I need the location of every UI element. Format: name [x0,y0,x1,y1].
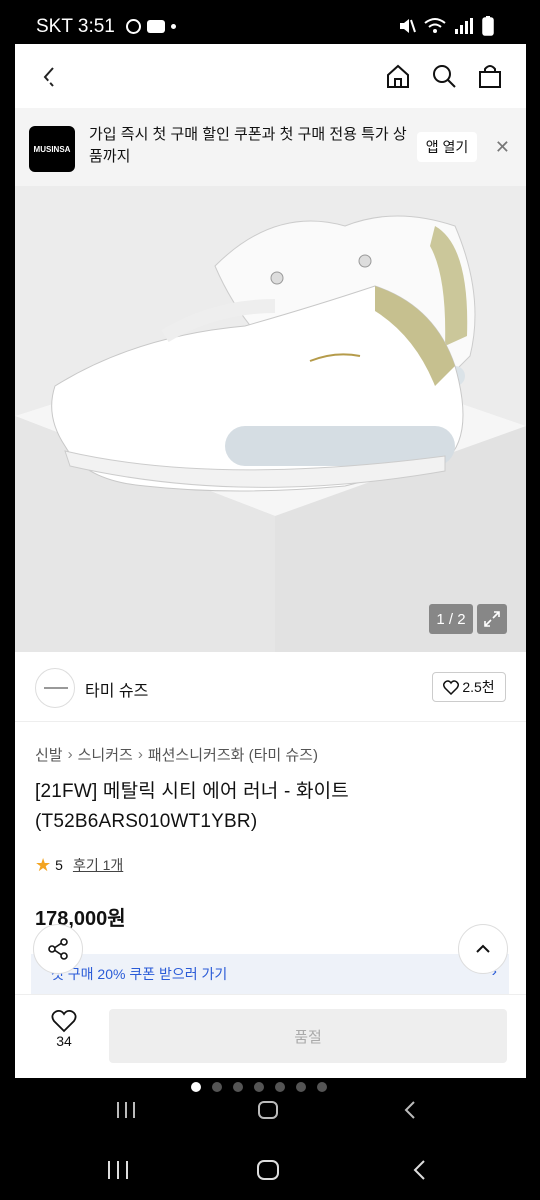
home-icon[interactable] [384,62,412,90]
coupon-banner[interactable]: 첫 구매 20% 쿠폰 받으러 가기 › [31,954,509,994]
status-time: SKT 3:51 [36,16,115,37]
system-status-icons [398,16,494,36]
coupon-text: 첫 구매 20% 쿠폰 받으러 가기 [51,966,228,982]
share-button[interactable] [33,924,83,974]
youtube-notification-icon [147,20,165,33]
more-notifications-icon [171,24,176,29]
shopping-bag-icon[interactable] [476,62,504,90]
breadcrumb-item[interactable]: 스니커즈 [78,744,133,765]
chevron-right-icon: › [67,746,73,763]
review-link[interactable]: 후기 1개 [73,855,123,875]
system-navigation-bar [0,1140,540,1200]
scroll-top-button[interactable] [458,924,508,974]
app-notification-icon [126,19,141,34]
chevron-right-icon: › [137,746,143,763]
brand-like-count: 2.5천 [462,679,495,695]
app-install-banner: MUSINSA 가입 즉시 첫 구매 할인 쿠폰과 첫 구매 전용 특가 상품까… [15,108,526,186]
status-bar: SKT 3:51 [0,0,540,44]
nav-actions [384,62,504,90]
banner-message: 가입 즉시 첫 구매 할인 쿠폰과 첫 구매 전용 특가 상품까지 [89,126,407,165]
sneaker-photo [15,186,526,652]
brand-like-button[interactable]: 2.5천 [432,672,506,702]
star-icon: ★ [35,855,52,875]
brand-logo[interactable] [35,668,75,708]
rating-row: ★ 5 후기 1개 [35,855,123,875]
brand-row: 타미 슈즈 2.5천 [15,662,526,722]
mute-icon [400,19,416,33]
breadcrumb-item[interactable]: 신발 [35,744,63,765]
page-indicator [191,1082,327,1092]
product-image[interactable]: 1 / 2 [15,186,526,652]
heart-icon [51,1010,77,1033]
search-icon[interactable] [430,62,458,90]
notification-icons [126,19,176,34]
signal-icon [455,18,473,34]
brand-name[interactable]: 타미 슈즈 [85,677,148,701]
musinsa-logo: MUSINSA [29,126,75,172]
recent-apps-icon[interactable] [115,1100,137,1120]
top-navigation [15,44,526,108]
back-nav-icon[interactable] [406,1158,434,1182]
home-button-icon[interactable] [254,1158,282,1182]
heart-icon [443,679,460,695]
open-app-button[interactable]: 앱 열기 [417,132,477,162]
expand-icon[interactable] [477,604,507,634]
sold-out-button: 품절 [109,1009,507,1063]
product-title: [21FW] 메탈릭 시티 에어 러너 - 화이트(T52B6ARS010WT1… [35,781,349,832]
share-icon [48,938,68,960]
chevron-up-icon [476,944,490,953]
recent-apps-icon[interactable] [104,1158,132,1182]
rating-value: 5 [55,857,63,873]
inner-navigation-bar [15,1078,526,1136]
battery-icon [482,16,494,36]
wishlist-button[interactable]: 34 [39,1009,89,1049]
purchase-bar: 34 품절 [15,994,526,1078]
image-counter: 1 / 2 [429,604,473,634]
breadcrumb-item[interactable]: 패션스니커즈화 (타미 슈즈) [148,744,318,765]
product-page: MUSINSA 가입 즉시 첫 구매 할인 쿠폰과 첫 구매 전용 특가 상품까… [15,44,526,1136]
wishlist-count: 34 [56,1033,72,1049]
breadcrumb: 신발 › 스니커즈 › 패션스니커즈화 (타미 슈즈) [35,744,318,765]
back-nav-icon[interactable] [401,1100,419,1120]
banner-close-icon[interactable]: ✕ [495,137,510,158]
home-button-icon[interactable] [257,1100,279,1120]
close-icon[interactable] [29,74,57,102]
wifi-icon [424,18,446,33]
phone-screen: SKT 3:51 MUSINSA 가입 즉시 첫 구매 할인 쿠폰과 첫 구매 … [0,0,540,1200]
